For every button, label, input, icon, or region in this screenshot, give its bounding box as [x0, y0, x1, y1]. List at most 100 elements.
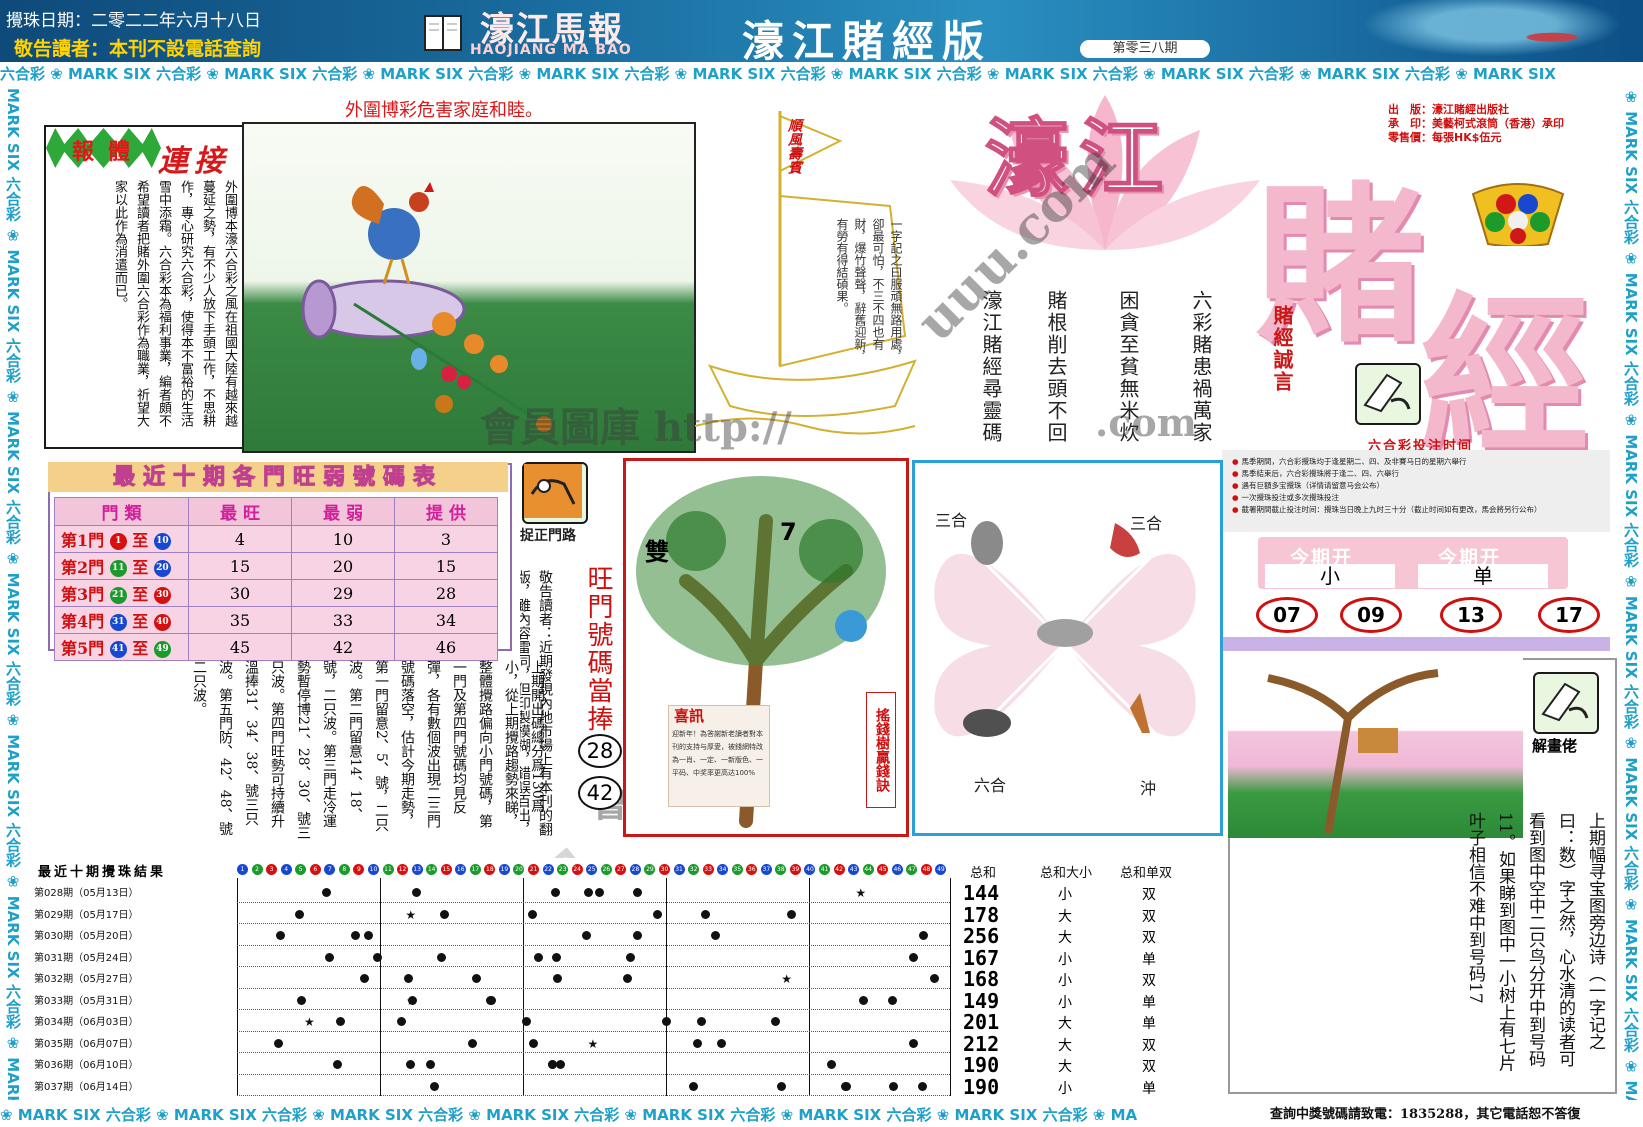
results-title: 最近十期攪珠結果 [38, 865, 167, 880]
drawn-number-dot [581, 931, 591, 940]
drawn-number-dot [909, 952, 919, 962]
drawn-number-dot [556, 1060, 566, 1069]
drawn-number-dot [551, 952, 561, 962]
drawn-number-dot [534, 952, 544, 962]
badge-text: 報體 [72, 139, 145, 165]
dotted-row-line [237, 1052, 950, 1053]
range-start-ball: 41 [109, 641, 127, 658]
article-body: 外圍博本濠六合彩之風在祖國大陸有越來越蔓延之勢，有不少人放下手頭工作，不思耕作，… [112, 180, 237, 427]
draw-sum: 168 [963, 967, 1000, 991]
stats-header: 門 類 [54, 497, 189, 526]
special-number-star: ★ [587, 1036, 599, 1051]
drawn-number-dot [776, 1081, 786, 1091]
zodiac-label: 沖 [1140, 779, 1157, 798]
pick-number: 17 [1538, 597, 1600, 633]
number-header-ball: 15 [440, 864, 452, 875]
odd-header: 总和单双 [1120, 866, 1173, 881]
draw-row-label: 第034期（06月03日） [34, 1017, 139, 1028]
number-header-ball: 42 [833, 864, 845, 875]
drawn-number-dot [917, 1081, 927, 1091]
range-to: 至 [132, 558, 149, 577]
dotted-row-line [237, 901, 950, 903]
drawn-number-dot [918, 931, 928, 940]
logo-haojiang: 濠江 [984, 108, 1174, 209]
edition-title: 濠江賭經版 [742, 17, 993, 66]
number-header-ball: 19 [498, 864, 510, 875]
drawn-number-dot [888, 995, 898, 1005]
range-to: 至 [132, 585, 149, 604]
article-title: 連接 [158, 144, 230, 179]
issue-number: 第零三八期 [1080, 40, 1210, 58]
drawn-number-dot [403, 974, 413, 983]
number-header-ball: 26 [600, 864, 612, 875]
drawn-number-dot [842, 1081, 852, 1091]
tigong-cell: 15 [394, 552, 498, 580]
header-banner: 攪珠日期：二零二二年六月十八日 敬告讀者：本刊不設電話查詢 濠江馬報 HAOJI… [0, 0, 1643, 66]
door-cell: 第5門 41 至 49 [54, 633, 189, 661]
ruo-cell: 20 [291, 552, 395, 580]
wang-cell: 4 [188, 525, 292, 553]
stats-header: 提 供 [394, 497, 498, 526]
stats-header: 最 旺 [188, 497, 292, 526]
ruo-cell: 29 [291, 579, 395, 607]
current-odd-value: 单 [1418, 564, 1548, 588]
reader-notice: 敬告讀者：本刊不設電話查詢 [14, 38, 262, 60]
pick-number: 13 [1440, 597, 1502, 633]
draw-size: 小 [1058, 951, 1072, 968]
draw-sum: 212 [963, 1031, 1000, 1056]
range-start-ball: 1 [109, 533, 127, 550]
dotted-row-line [237, 1095, 950, 1096]
pick-number: 07 [1256, 597, 1318, 633]
boat-verse: 一字記之曰服頑無路用處，卻最可怕，不三不四也有財，爆竹聲聲，辭舊迎新，有勞有得結… [835, 218, 903, 362]
results-panel [30, 858, 1190, 1098]
wang-cell: 35 [188, 606, 292, 634]
drawn-number-dot [528, 909, 538, 919]
range-end-ball: 30 [153, 587, 171, 604]
stats-row: 第2門 11 至 20 15 20 15 [54, 552, 498, 580]
gate-number: 42 [578, 776, 622, 810]
wang-cell: 30 [188, 579, 292, 607]
dotted-row-line [237, 966, 950, 967]
dotted-row-line [237, 1009, 950, 1010]
draw-odd-even: 单 [1142, 1016, 1156, 1032]
drawn-number-dot [521, 1017, 531, 1026]
range-start-ball: 21 [109, 587, 127, 604]
drawn-number-dot [653, 909, 662, 919]
motto: 賭經誠言 [1270, 305, 1294, 393]
number-header-ball: 32 [688, 864, 700, 875]
betting-time-line: 截署期間截止投注时间：攪珠当日晚上九时三十分（截止时间如有更改，馬会將另行公布） [1232, 504, 1604, 516]
stats-row: 第1門 1 至 10 4 10 3 [54, 525, 498, 553]
marquee-top: 六合彩 ❀ MARK SIX 六合彩 ❀ MARK SIX 六合彩 ❀ MARK… [0, 65, 1556, 83]
draw-row-label: 第033期（05月31日） [34, 995, 139, 1007]
range-to: 至 [132, 531, 149, 550]
number-header-ball: 33 [702, 864, 714, 875]
drawn-number-dot [552, 974, 562, 983]
drawn-number-dot [439, 909, 449, 919]
door-cell: 第1門 1 至 10 [54, 525, 189, 553]
marquee-bottom: ❀ MARK SIX 六合彩 ❀ MARK SIX 六合彩 ❀ MARK SIX… [0, 1106, 1138, 1124]
draw-odd-even: 双 [1142, 930, 1156, 946]
drawn-number-dot [929, 974, 939, 983]
number-header-ball: 6 [309, 864, 321, 875]
range-to: 至 [132, 612, 149, 631]
draw-row-label: 第032期（05月27日） [34, 974, 139, 985]
draw-size: 小 [1058, 1080, 1072, 1097]
special-number-star: ★ [855, 886, 867, 900]
drawn-number-dot [529, 1038, 539, 1048]
number-header-ball: 46 [891, 864, 903, 875]
drawn-number-dot [583, 888, 593, 897]
wang-cell: 45 [188, 633, 292, 661]
draw-sum: 190 [963, 1074, 1000, 1099]
boat-flag-text: 順風壽賓 [786, 118, 802, 174]
drawn-number-dot [716, 1038, 726, 1048]
draw-date: 攪珠日期：二零二二年六月十八日 [6, 11, 261, 31]
price-line: 零售價：每張HK$伍元 [1388, 131, 1502, 144]
dotted-row-line [237, 1030, 950, 1032]
betting-time-box: 馬季期間，六合彩攪珠均于逢星期二、四、及非賽马日的星期六舉行 馬季結束后，六合彩… [1222, 450, 1610, 532]
door-cell: 第3門 21 至 30 [54, 579, 189, 607]
stats-row: 第5門 41 至 49 45 42 46 [54, 633, 498, 661]
marquee-left: MARK SIX 六合彩 ❀ MARK SIX 六合彩 ❀ MARK SIX 六… [4, 88, 22, 1100]
number-header-ball: 4 [280, 864, 292, 875]
door-name: 第5門 [61, 639, 105, 658]
number-header-ball: 21 [528, 864, 540, 875]
